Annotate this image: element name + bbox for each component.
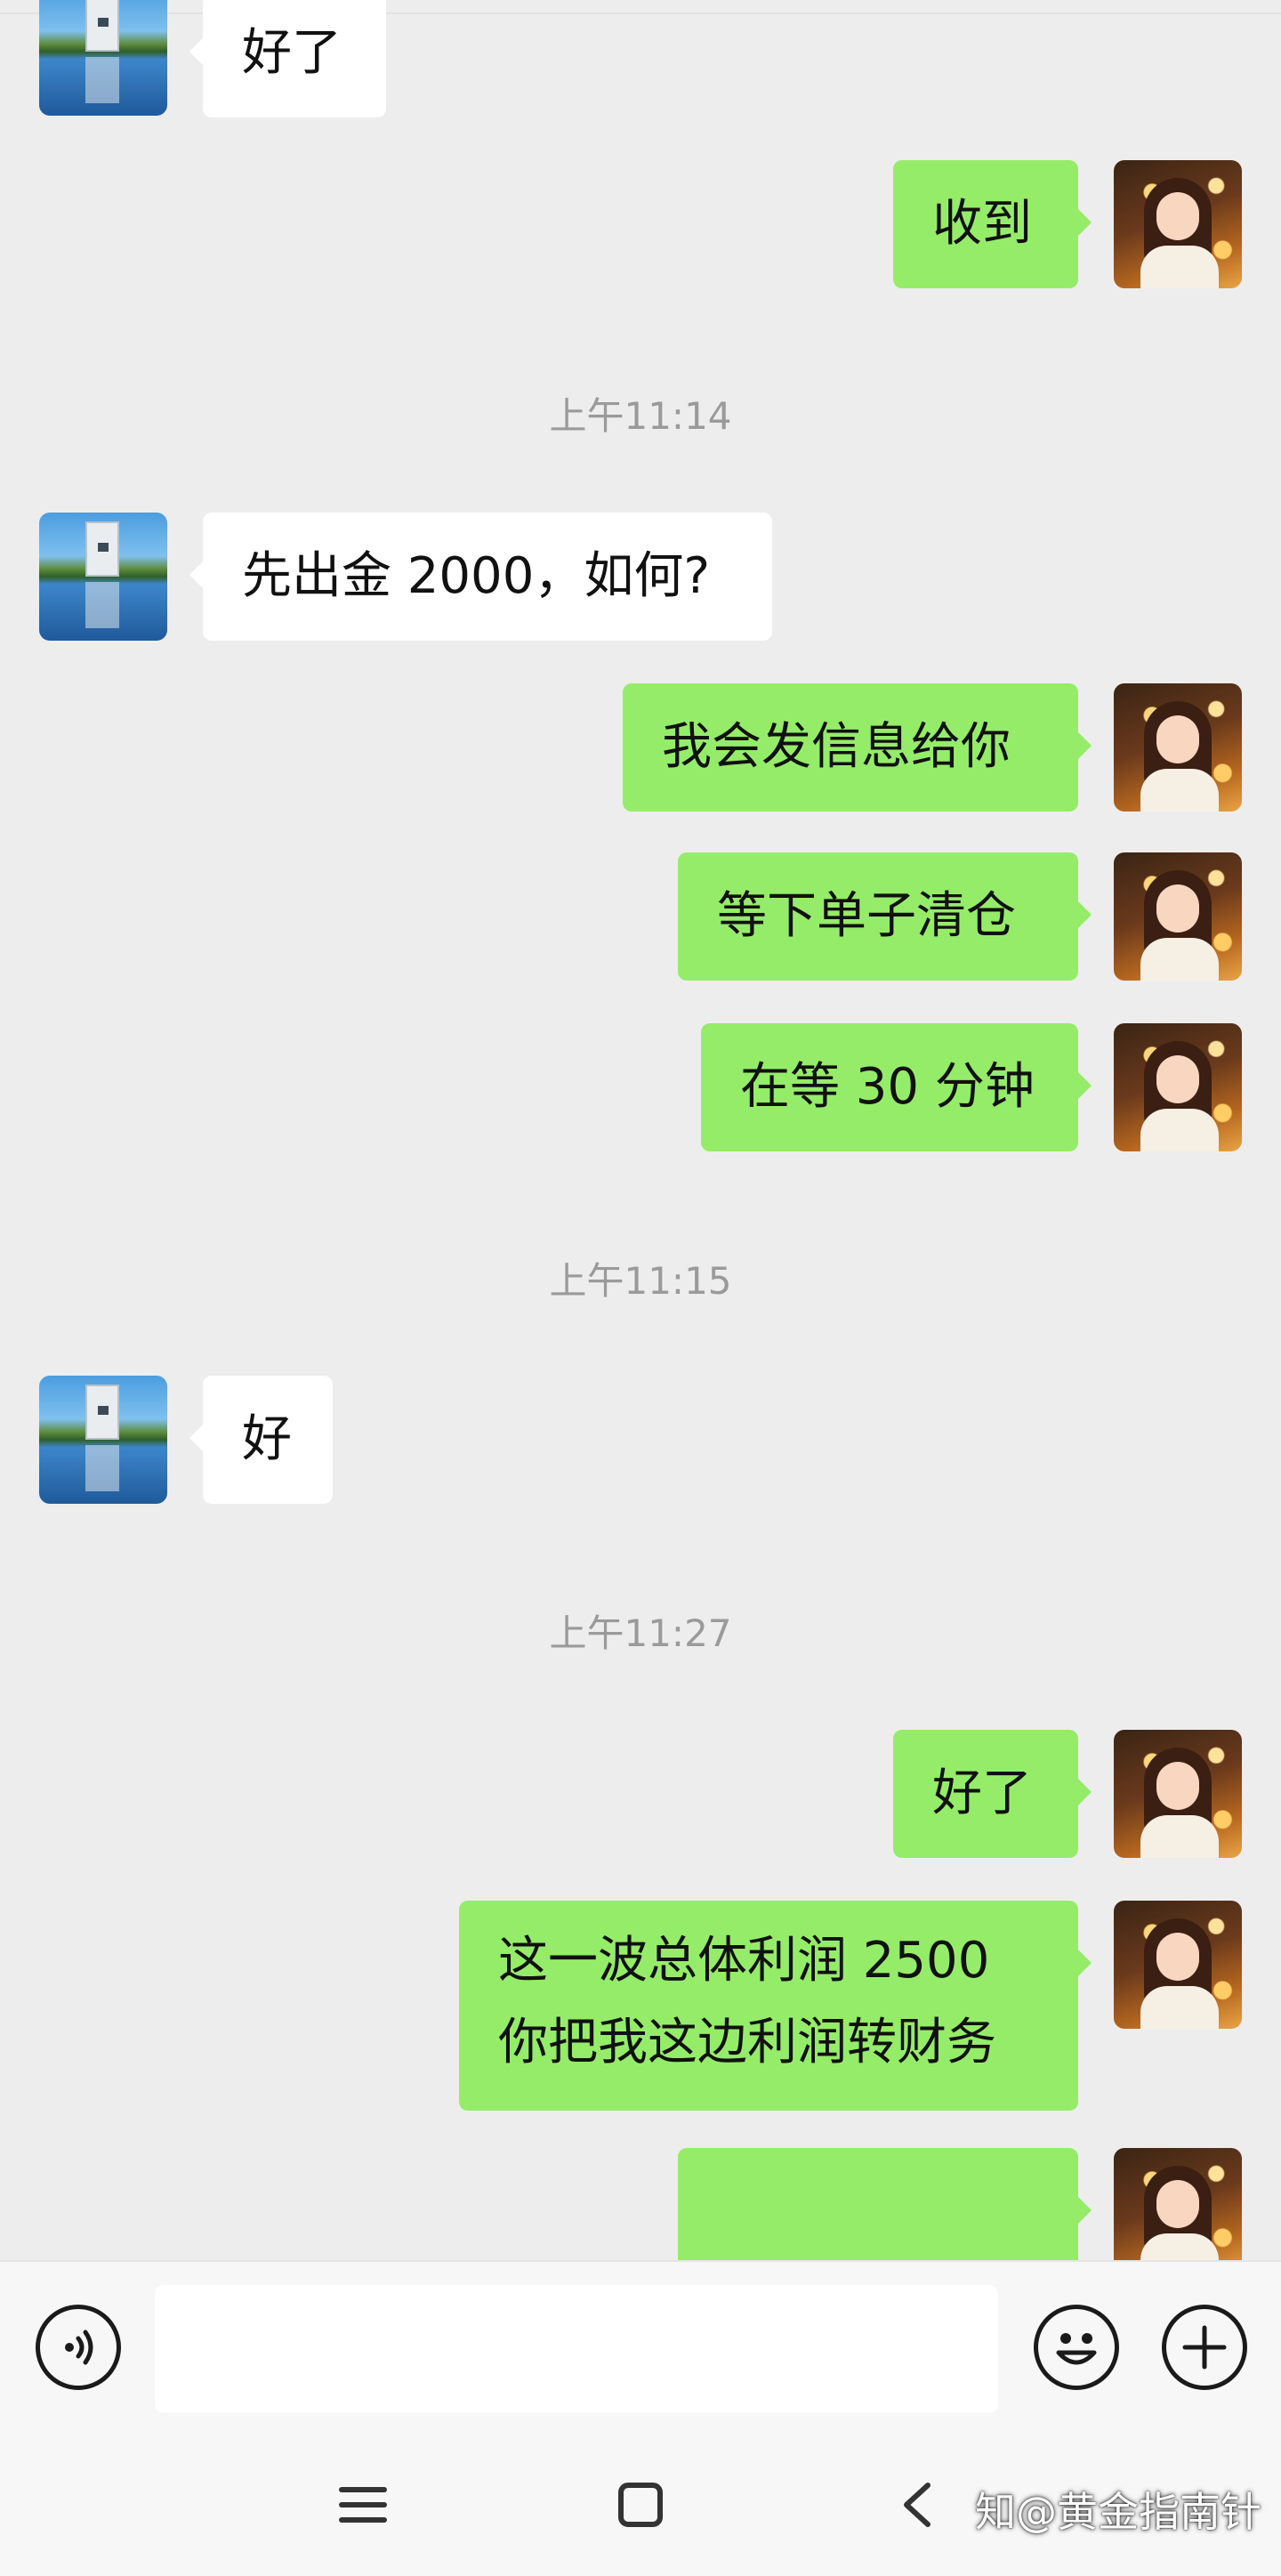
- home-icon[interactable]: [605, 2469, 676, 2540]
- message-bubble[interactable]: 在等 30 分钟: [701, 1023, 1092, 1151]
- message-line: 这一波总体利润 2500: [498, 1932, 990, 1990]
- chat-area[interactable]: 好了 收到 上午11:14 先出金 2000，如何? 我会发信息给你 等下单子清…: [0, 0, 1281, 2260]
- message-bubble[interactable]: 收到: [893, 160, 1092, 288]
- input-bar: [0, 2260, 1281, 2434]
- system-nav-bar: 知@黄金指南针: [0, 2434, 1281, 2576]
- self-avatar[interactable]: [1114, 683, 1242, 812]
- message-bubble[interactable]: 好: [189, 1376, 333, 1504]
- self-avatar[interactable]: [1114, 1730, 1242, 1858]
- message-bubble[interactable]: [678, 2148, 1092, 2260]
- voice-icon[interactable]: [36, 2305, 121, 2390]
- timestamp: 上午11:27: [549, 1611, 732, 1655]
- contact-avatar[interactable]: [39, 1376, 167, 1504]
- message-bubble[interactable]: 我会发信息给你: [623, 683, 1092, 812]
- self-avatar[interactable]: [1114, 1023, 1242, 1151]
- contact-avatar[interactable]: [39, 0, 167, 116]
- self-avatar[interactable]: [1114, 2148, 1242, 2260]
- menu-icon[interactable]: [327, 2469, 399, 2540]
- watermark: 知@黄金指南针: [975, 2488, 1261, 2536]
- back-icon[interactable]: [882, 2469, 954, 2540]
- message-bubble[interactable]: 先出金 2000，如何?: [189, 513, 772, 641]
- timestamp: 上午11:14: [549, 394, 732, 438]
- plus-icon[interactable]: [1162, 2305, 1247, 2390]
- message-bubble[interactable]: 等下单子清仓: [678, 852, 1092, 981]
- message-line: 你把我这边利润转财务: [498, 2014, 996, 2071]
- self-avatar[interactable]: [1114, 1901, 1242, 2029]
- self-avatar[interactable]: [1114, 852, 1242, 981]
- divider: [0, 12, 1281, 14]
- self-avatar[interactable]: [1114, 160, 1242, 288]
- contact-avatar[interactable]: [39, 513, 167, 641]
- message-bubble[interactable]: 好了: [893, 1730, 1092, 1858]
- emoji-icon[interactable]: [1034, 2305, 1119, 2390]
- message-bubble[interactable]: 这一波总体利润 2500 你把我这边利润转财务: [459, 1901, 1092, 2111]
- message-input[interactable]: [155, 2285, 998, 2413]
- message-bubble[interactable]: 好了: [189, 0, 386, 117]
- timestamp: 上午11:15: [549, 1259, 732, 1303]
